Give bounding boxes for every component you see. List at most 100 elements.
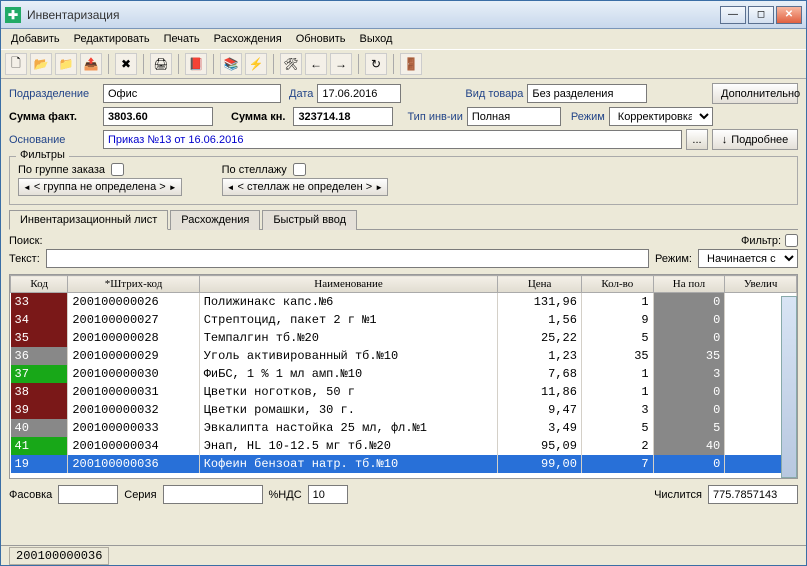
table-cell: 200100000031 bbox=[68, 383, 199, 401]
col-header[interactable]: Кол-во bbox=[581, 276, 653, 293]
table-cell: 200100000027 bbox=[68, 311, 199, 329]
inventory-table[interactable]: Код*Штрих-кодНаименованиеЦенаКол-воНа по… bbox=[9, 274, 798, 479]
col-header[interactable]: Увелич bbox=[725, 276, 797, 293]
menu-print[interactable]: Печать bbox=[158, 31, 206, 47]
date-label: Дата bbox=[289, 88, 313, 100]
window-title: Инвентаризация bbox=[27, 8, 119, 22]
extra-button[interactable]: Дополнительно bbox=[712, 83, 798, 104]
table-cell: 19 bbox=[11, 455, 68, 473]
series-input[interactable] bbox=[163, 485, 263, 504]
table-cell: 95,09 bbox=[498, 437, 582, 455]
maximize-button[interactable]: ◻ bbox=[748, 6, 774, 24]
print-icon[interactable]: 🖨 bbox=[150, 53, 172, 75]
sum-fact-label: Сумма факт. bbox=[9, 111, 99, 123]
table-cell: Эвкалипта настойка 25 мл, фл.№1 bbox=[199, 419, 498, 437]
mode-select[interactable]: Корректировка bbox=[609, 107, 713, 126]
table-row[interactable]: 35200100000028Темпалгин тб.№2025,2250 bbox=[11, 329, 797, 347]
table-row[interactable]: 41200100000034Энап, HL 10-12.5 мг тб.№20… bbox=[11, 437, 797, 455]
table-cell: 200100000036 bbox=[68, 455, 199, 473]
folder-out-icon[interactable]: 📤 bbox=[80, 53, 102, 75]
table-cell: Темпалгин тб.№20 bbox=[199, 329, 498, 347]
col-header[interactable]: Код bbox=[11, 276, 68, 293]
filter-shelf-checkbox[interactable] bbox=[293, 163, 306, 176]
menu-exit[interactable]: Выход bbox=[354, 31, 399, 47]
pack-input[interactable] bbox=[58, 485, 118, 504]
open-icon[interactable]: 📂 bbox=[30, 53, 52, 75]
detail-button[interactable]: ↓Подробнее bbox=[712, 129, 798, 150]
folder-in-icon[interactable]: 📁 bbox=[55, 53, 77, 75]
table-cell: Стрептоцид, пакет 2 г №1 bbox=[199, 311, 498, 329]
filter-shelf-dropdown[interactable]: ◄< стеллаж не определен >► bbox=[222, 178, 388, 196]
search-mode-label: Режим: bbox=[655, 253, 692, 265]
col-header[interactable]: Цена bbox=[498, 276, 582, 293]
table-cell: 200100000026 bbox=[68, 293, 199, 311]
table-cell: 37 bbox=[11, 365, 68, 383]
table-cell: 35 bbox=[653, 347, 725, 365]
form-area: Подразделение Дата Вид товара Дополнител… bbox=[1, 79, 806, 154]
books-icon[interactable]: 📚 bbox=[220, 53, 242, 75]
menu-add[interactable]: Добавить bbox=[5, 31, 66, 47]
table-cell: 0 bbox=[653, 311, 725, 329]
sum-book-input[interactable] bbox=[293, 107, 393, 126]
table-row[interactable]: 36200100000029Уголь активированный тб.№1… bbox=[11, 347, 797, 365]
filter-checkbox[interactable] bbox=[785, 234, 798, 247]
table-cell: 39 bbox=[11, 401, 68, 419]
table-row[interactable]: 39200100000032Цветки ромашки, 30 г.9,473… bbox=[11, 401, 797, 419]
table-cell: 40 bbox=[11, 419, 68, 437]
table-cell: 1 bbox=[581, 383, 653, 401]
table-cell: 131,96 bbox=[498, 293, 582, 311]
search-mode-select[interactable]: Начинается с bbox=[698, 249, 798, 268]
filter-group-dropdown[interactable]: ◄< группа не определена >► bbox=[18, 178, 182, 196]
table-row[interactable]: 34200100000027Стрептоцид, пакет 2 г №11,… bbox=[11, 311, 797, 329]
table-cell: 3,49 bbox=[498, 419, 582, 437]
basis-browse-button[interactable]: ... bbox=[686, 129, 708, 150]
search-text-input[interactable] bbox=[46, 249, 649, 268]
filter-label: Фильтр: bbox=[741, 235, 781, 247]
footer-row: Фасовка Серия %НДС Числится bbox=[1, 481, 806, 508]
exit-icon[interactable]: 🚪 bbox=[400, 53, 422, 75]
col-header[interactable]: Наименование bbox=[199, 276, 498, 293]
menu-refresh[interactable]: Обновить bbox=[290, 31, 352, 47]
table-cell: 38 bbox=[11, 383, 68, 401]
table-cell: 200100000032 bbox=[68, 401, 199, 419]
delete-icon[interactable]: ✖ bbox=[115, 53, 137, 75]
table-row[interactable]: 37200100000030ФиБС, 1 % 1 мл амп.№107,68… bbox=[11, 365, 797, 383]
table-cell: 0 bbox=[653, 455, 725, 473]
col-header[interactable]: *Штрих-код bbox=[68, 276, 199, 293]
date-input[interactable] bbox=[317, 84, 401, 103]
minimize-button[interactable]: — bbox=[720, 6, 746, 24]
filter-group-checkbox[interactable] bbox=[111, 163, 124, 176]
new-icon[interactable]: 🗋 bbox=[5, 53, 27, 75]
table-row[interactable]: 33200100000026Полижинакс капс.№6131,9610 bbox=[11, 293, 797, 311]
table-row[interactable]: 40200100000033Эвкалипта настойка 25 мл, … bbox=[11, 419, 797, 437]
subdivision-input[interactable] bbox=[103, 84, 281, 103]
tab-inventory-list[interactable]: Инвентаризационный лист bbox=[9, 210, 168, 230]
refresh-icon[interactable]: ↻ bbox=[365, 53, 387, 75]
vat-label: %НДС bbox=[269, 489, 302, 501]
flash-icon[interactable]: ⚡ bbox=[245, 53, 267, 75]
table-row[interactable]: 38200100000031Цветки ноготков, 50 г11,86… bbox=[11, 383, 797, 401]
close-button[interactable]: ✕ bbox=[776, 6, 802, 24]
table-row[interactable]: 19200100000036Кофеин бензоат натр. тб.№1… bbox=[11, 455, 797, 473]
inv-type-input[interactable] bbox=[467, 107, 561, 126]
import-icon[interactable]: 📕 bbox=[185, 53, 207, 75]
basis-input[interactable] bbox=[103, 130, 682, 149]
col-header[interactable]: На пол bbox=[653, 276, 725, 293]
table-cell: 1 bbox=[581, 293, 653, 311]
tab-quick-entry[interactable]: Быстрый ввод bbox=[262, 210, 357, 230]
tab-discrepancies[interactable]: Расхождения bbox=[170, 210, 260, 230]
next-icon[interactable]: → bbox=[330, 53, 352, 75]
product-kind-input[interactable] bbox=[527, 84, 647, 103]
sum-fact-input[interactable] bbox=[103, 107, 213, 126]
counted-input[interactable] bbox=[708, 485, 798, 504]
vat-input[interactable] bbox=[308, 485, 348, 504]
table-cell: 9 bbox=[581, 311, 653, 329]
table-cell: 0 bbox=[653, 293, 725, 311]
menu-discrepancies[interactable]: Расхождения bbox=[208, 31, 288, 47]
prev-icon[interactable]: ← bbox=[305, 53, 327, 75]
menu-edit[interactable]: Редактировать bbox=[68, 31, 156, 47]
table-cell: 35 bbox=[581, 347, 653, 365]
table-cell: Цветки ромашки, 30 г. bbox=[199, 401, 498, 419]
tools-icon[interactable]: 🛠 bbox=[280, 53, 302, 75]
vertical-scrollbar[interactable] bbox=[781, 296, 797, 478]
